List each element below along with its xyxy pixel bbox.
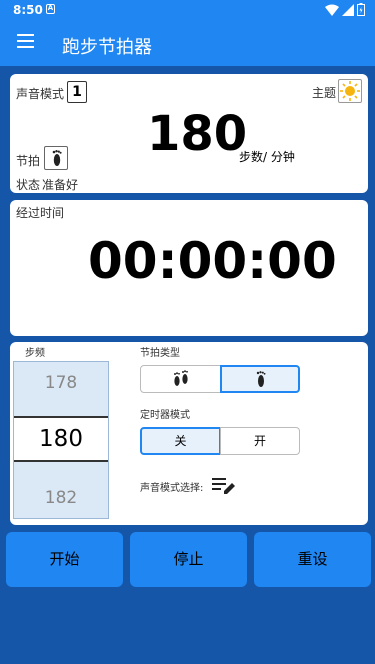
battery-icon [357,3,365,16]
cadence-next[interactable]: 182 [14,488,108,508]
bpm-value: 180 [147,106,248,162]
metronome-card: 声音模式 1 主题 180 步数/ 分钟 节拍 状态 准备好 [10,74,368,193]
sun-icon [340,81,360,101]
notification-icon: A [46,4,55,14]
status-value: 准备好 [42,178,79,192]
beat-type-single-foot[interactable] [220,365,300,393]
cadence-prev[interactable]: 178 [14,373,108,393]
cadence-label: 步频 [25,348,45,359]
timer-mode-label: 定时器模式 [140,410,190,421]
cadence-current[interactable]: 180 [14,416,108,462]
edit-list-icon[interactable] [211,475,237,497]
timer-on-button[interactable]: 开 [220,427,300,455]
sound-mode-value[interactable]: 1 [67,81,87,103]
app-bar: 跑步节拍器 [0,22,375,66]
app-title: 跑步节拍器 [62,37,152,58]
sound-mode-label: 声音模式 [16,87,65,101]
menu-icon[interactable] [17,34,34,48]
elapsed-label: 经过时间 [16,206,65,220]
status-label: 状态 [16,178,41,192]
status-time: 8:50 [13,3,43,17]
beat-label: 节拍 [16,154,41,168]
beat-indicator [44,146,68,170]
footprint-icon [256,371,266,387]
theme-label: 主题 [312,86,337,100]
status-icons [325,3,365,16]
elapsed-card: 经过时间 00:00:00 [10,200,368,336]
signal-icon [342,3,354,16]
reset-button[interactable]: 重设 [254,532,371,587]
bpm-unit: 步数/ 分钟 [239,150,295,164]
two-footprints-icon [173,370,188,386]
wifi-icon [325,4,339,16]
status-bar: 8:50 A [0,0,375,22]
beat-type-both-feet[interactable] [140,365,221,393]
stop-button[interactable]: 停止 [130,532,247,587]
timer-off-button[interactable]: 关 [140,427,221,455]
beat-type-label: 节拍类型 [140,348,180,359]
theme-button[interactable] [338,79,362,103]
cadence-picker[interactable]: 178 180 182 [13,361,109,519]
sound-select-label: 声音模式选择: [140,483,204,494]
footprint-icon [52,150,62,166]
start-button[interactable]: 开始 [6,532,123,587]
elapsed-time: 00:00:00 [88,232,337,290]
